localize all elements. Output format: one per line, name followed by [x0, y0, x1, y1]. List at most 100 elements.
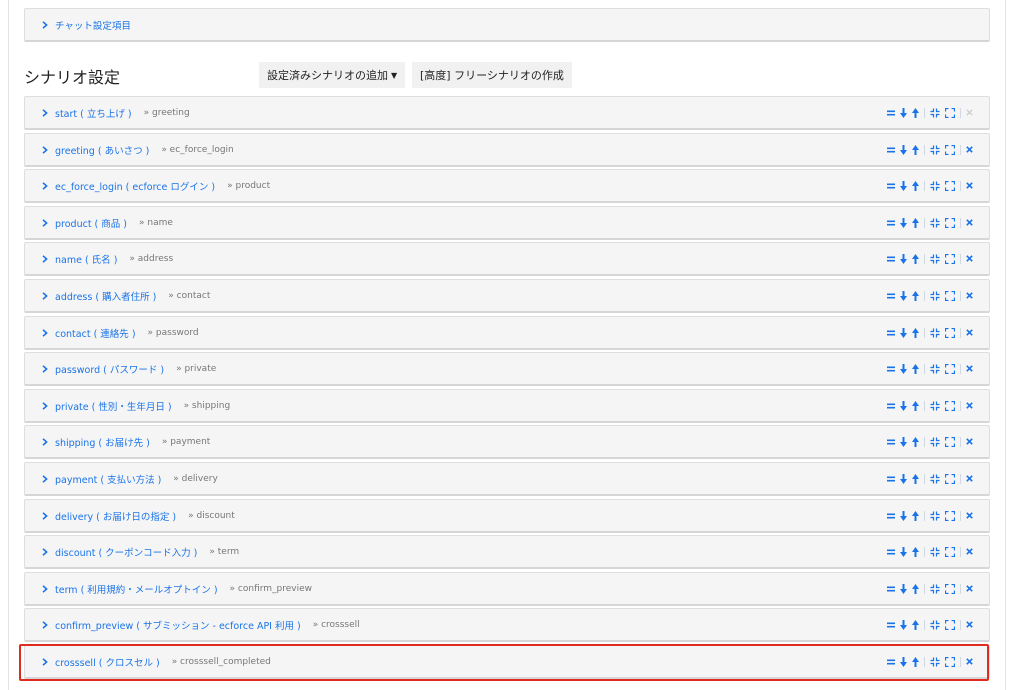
scenario-row[interactable]: delivery ( お届け日の指定 ) » discount: [24, 499, 990, 533]
move-up-icon[interactable]: [912, 290, 919, 302]
move-up-icon[interactable]: [912, 217, 919, 229]
delete-icon[interactable]: [966, 253, 973, 265]
collapse-icon[interactable]: [930, 473, 940, 485]
scenario-row[interactable]: password ( パスワード ) » private: [24, 352, 990, 386]
chevron-right-icon[interactable]: [41, 620, 49, 629]
scenario-row-label[interactable]: term ( 利用規約・メールオプトイン ): [55, 582, 218, 596]
create-free-scenario-button[interactable]: [高度] フリーシナリオの作成: [412, 62, 572, 88]
drag-handle-icon[interactable]: [887, 290, 895, 302]
move-down-icon[interactable]: [900, 400, 907, 412]
move-down-icon[interactable]: [900, 180, 907, 192]
expand-icon[interactable]: [945, 436, 955, 448]
drag-handle-icon[interactable]: [887, 253, 895, 265]
scenario-row-label[interactable]: private ( 性別・生年月日 ): [55, 399, 172, 413]
move-up-icon[interactable]: [912, 436, 919, 448]
move-down-icon[interactable]: [900, 253, 907, 265]
expand-icon[interactable]: [945, 473, 955, 485]
delete-icon[interactable]: [966, 290, 973, 302]
delete-icon[interactable]: [966, 510, 973, 522]
scenario-row[interactable]: crosssell ( クロスセル ) » crosssell_completed: [24, 645, 990, 679]
scenario-row-label[interactable]: start ( 立ち上げ ): [55, 106, 132, 120]
chevron-right-icon[interactable]: [41, 364, 49, 373]
chevron-right-icon[interactable]: [41, 657, 49, 666]
move-up-icon[interactable]: [912, 473, 919, 485]
move-down-icon[interactable]: [900, 473, 907, 485]
scenario-row-label[interactable]: shipping ( お届け先 ): [55, 435, 150, 449]
delete-icon[interactable]: [966, 436, 973, 448]
chat-settings-label[interactable]: チャット設定項目: [55, 18, 131, 32]
move-down-icon[interactable]: [900, 510, 907, 522]
collapse-icon[interactable]: [930, 180, 940, 192]
move-down-icon[interactable]: [900, 583, 907, 595]
scenario-row[interactable]: name ( 氏名 ) » address: [24, 242, 990, 276]
drag-handle-icon[interactable]: [887, 436, 895, 448]
drag-handle-icon[interactable]: [887, 510, 895, 522]
move-up-icon[interactable]: [912, 107, 919, 119]
collapse-icon[interactable]: [930, 400, 940, 412]
chat-settings-panel[interactable]: チャット設定項目: [24, 8, 990, 42]
expand-icon[interactable]: [945, 290, 955, 302]
move-down-icon[interactable]: [900, 656, 907, 668]
delete-icon[interactable]: [966, 217, 973, 229]
drag-handle-icon[interactable]: [887, 107, 895, 119]
move-up-icon[interactable]: [912, 327, 919, 339]
scenario-row[interactable]: greeting ( あいさつ ) » ec_force_login: [24, 133, 990, 167]
move-down-icon[interactable]: [900, 144, 907, 156]
drag-handle-icon[interactable]: [887, 217, 895, 229]
delete-icon[interactable]: [966, 400, 973, 412]
scenario-row[interactable]: contact ( 連絡先 ) » password: [24, 316, 990, 350]
scenario-row-label[interactable]: payment ( 支払い方法 ): [55, 472, 161, 486]
delete-icon[interactable]: [966, 546, 973, 558]
expand-icon[interactable]: [945, 217, 955, 229]
scenario-row-label[interactable]: ec_force_login ( ecforce ログイン ): [55, 179, 215, 193]
move-up-icon[interactable]: [912, 253, 919, 265]
expand-icon[interactable]: [945, 363, 955, 375]
collapse-icon[interactable]: [930, 583, 940, 595]
scenario-row[interactable]: product ( 商品 ) » name: [24, 206, 990, 240]
delete-icon[interactable]: [966, 327, 973, 339]
collapse-icon[interactable]: [930, 327, 940, 339]
expand-icon[interactable]: [945, 656, 955, 668]
expand-icon[interactable]: [945, 400, 955, 412]
move-down-icon[interactable]: [900, 436, 907, 448]
chevron-right-icon[interactable]: [41, 584, 49, 593]
chevron-right-icon[interactable]: [41, 181, 49, 190]
expand-icon[interactable]: [945, 107, 955, 119]
move-up-icon[interactable]: [912, 546, 919, 558]
chevron-right-icon[interactable]: [41, 145, 49, 154]
drag-handle-icon[interactable]: [887, 473, 895, 485]
scenario-row-label[interactable]: confirm_preview ( サブミッション - ecforce API …: [55, 618, 301, 632]
expand-icon[interactable]: [945, 546, 955, 558]
collapse-icon[interactable]: [930, 144, 940, 156]
collapse-icon[interactable]: [930, 619, 940, 631]
collapse-icon[interactable]: [930, 363, 940, 375]
chevron-right-icon[interactable]: [41, 254, 49, 263]
drag-handle-icon[interactable]: [887, 583, 895, 595]
chevron-right-icon[interactable]: [41, 291, 49, 300]
scenario-row-label[interactable]: product ( 商品 ): [55, 216, 127, 230]
scenario-row[interactable]: payment ( 支払い方法 ) » delivery: [24, 462, 990, 496]
move-up-icon[interactable]: [912, 400, 919, 412]
expand-icon[interactable]: [945, 253, 955, 265]
scenario-row-label[interactable]: password ( パスワード ): [55, 362, 164, 376]
scenario-row-label[interactable]: crosssell ( クロスセル ): [55, 655, 160, 669]
delete-icon[interactable]: [966, 363, 973, 375]
move-down-icon[interactable]: [900, 327, 907, 339]
chevron-right-icon[interactable]: [41, 511, 49, 520]
collapse-icon[interactable]: [930, 107, 940, 119]
move-up-icon[interactable]: [912, 144, 919, 156]
move-down-icon[interactable]: [900, 546, 907, 558]
expand-icon[interactable]: [945, 327, 955, 339]
scenario-row[interactable]: private ( 性別・生年月日 ) » shipping: [24, 389, 990, 423]
collapse-icon[interactable]: [930, 217, 940, 229]
delete-icon[interactable]: [966, 656, 973, 668]
scenario-row-label[interactable]: contact ( 連絡先 ): [55, 326, 136, 340]
delete-icon[interactable]: [966, 144, 973, 156]
drag-handle-icon[interactable]: [887, 180, 895, 192]
collapse-icon[interactable]: [930, 253, 940, 265]
drag-handle-icon[interactable]: [887, 363, 895, 375]
move-up-icon[interactable]: [912, 180, 919, 192]
scenario-row-label[interactable]: discount ( クーポンコード入力 ): [55, 545, 197, 559]
drag-handle-icon[interactable]: [887, 546, 895, 558]
scenario-row[interactable]: confirm_preview ( サブミッション - ecforce API …: [24, 608, 990, 642]
